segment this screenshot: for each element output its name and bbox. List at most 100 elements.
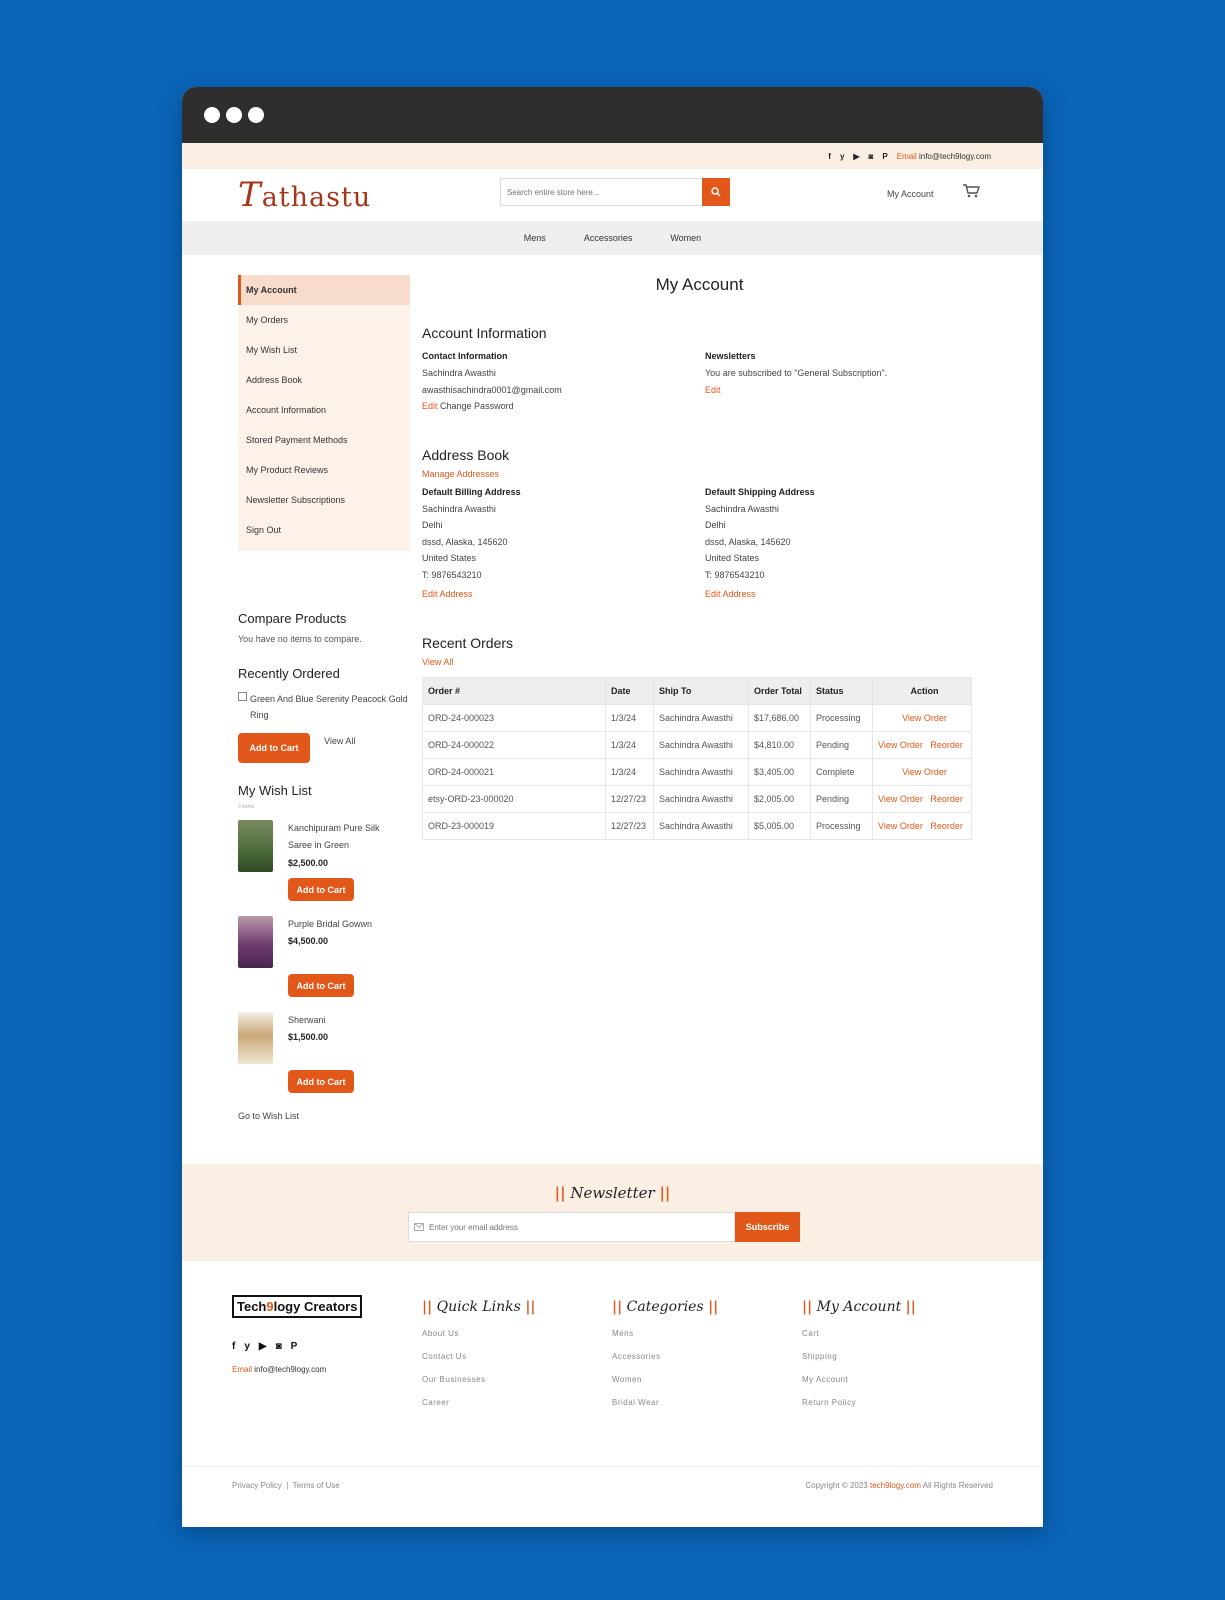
- menu-sign-out[interactable]: Sign Out: [238, 515, 410, 545]
- edit-shipping-address-link[interactable]: Edit Address: [705, 589, 815, 599]
- menu-newsletter-subscriptions[interactable]: Newsletter Subscriptions: [238, 485, 410, 515]
- footer-link-our-businesses[interactable]: Our Businesses: [422, 1375, 536, 1384]
- footer-link-cart[interactable]: Cart: [802, 1329, 916, 1338]
- view-order-link[interactable]: View Order: [878, 740, 923, 750]
- wish-add-to-cart-button[interactable]: Add to Cart: [288, 1070, 354, 1093]
- view-order-link[interactable]: View Order: [878, 821, 923, 831]
- twitter-icon[interactable]: y: [840, 152, 844, 161]
- nav-accessories[interactable]: Accessories: [584, 233, 633, 243]
- wish-item-image[interactable]: [238, 820, 273, 872]
- footer-link-my-account[interactable]: My Account: [802, 1375, 916, 1384]
- wish-add-to-cart-button[interactable]: Add to Cart: [288, 974, 354, 997]
- manage-addresses-link[interactable]: Manage Addresses: [422, 469, 977, 479]
- site-logo[interactable]: Tathastu: [238, 175, 371, 215]
- menu-my-account[interactable]: My Account: [238, 275, 410, 305]
- edit-billing-address-link[interactable]: Edit Address: [422, 589, 705, 599]
- search-input[interactable]: [500, 178, 702, 206]
- recent-add-to-cart-button[interactable]: Add to Cart: [238, 733, 310, 763]
- footer-link-bridal-wear[interactable]: Bridal Wear: [612, 1398, 718, 1407]
- terms-of-use-link[interactable]: Terms of Use: [293, 1481, 340, 1490]
- footer-link-women[interactable]: Women: [612, 1375, 718, 1384]
- table-row: ORD-24-000022 1/3/24 Sachindra Awasthi $…: [422, 731, 972, 759]
- menu-account-information[interactable]: Account Information: [238, 395, 410, 425]
- quick-links-title: || Quick Links ||: [422, 1299, 536, 1315]
- reorder-link[interactable]: Reorder: [930, 821, 963, 831]
- shipping-line: T: 9876543210: [705, 569, 765, 580]
- header-my-account-link[interactable]: My Account: [887, 189, 934, 199]
- footer-email[interactable]: Email info@tech9logy.com: [232, 1365, 326, 1374]
- wish-item-name[interactable]: Sherwani: [288, 1012, 403, 1029]
- subscribe-button[interactable]: Subscribe: [735, 1212, 800, 1242]
- window-dot-icon[interactable]: [226, 107, 242, 123]
- footer-link-mens[interactable]: Mens: [612, 1329, 718, 1338]
- copyright: Copyright © 2023 tech9logy.com All Right…: [805, 1481, 993, 1490]
- recent-view-all-link[interactable]: View All: [324, 733, 355, 750]
- recent-item-checkbox[interactable]: [238, 692, 247, 701]
- view-order-link[interactable]: View Order: [878, 794, 923, 804]
- instagram-icon[interactable]: ◙: [276, 1341, 282, 1352]
- top-email[interactable]: Email info@tech9logy.com: [897, 152, 991, 161]
- table-header-row: Order # Date Ship To Order Total Status …: [422, 677, 972, 705]
- wish-add-to-cart-button[interactable]: Add to Cart: [288, 878, 354, 901]
- wish-item-name[interactable]: Purple Bridal Gowwn: [288, 916, 403, 933]
- change-password-link[interactable]: Change Password: [440, 401, 514, 411]
- menu-stored-payment-methods[interactable]: Stored Payment Methods: [238, 425, 410, 455]
- footer-link-accessories[interactable]: Accessories: [612, 1352, 718, 1361]
- reorder-link[interactable]: Reorder: [930, 794, 963, 804]
- menu-address-book[interactable]: Address Book: [238, 365, 410, 395]
- menu-my-wish-list[interactable]: My Wish List: [238, 335, 410, 365]
- cart-icon[interactable]: [962, 183, 980, 204]
- wish-item-name[interactable]: Kanchipuram Pure Silk Saree in Green: [288, 820, 403, 853]
- order-status: Processing: [810, 812, 873, 840]
- youtube-icon[interactable]: ▶: [259, 1341, 267, 1352]
- menu-my-product-reviews[interactable]: My Product Reviews: [238, 455, 410, 485]
- newsletters-title: Newsletters: [705, 351, 756, 361]
- facebook-icon[interactable]: f: [232, 1341, 235, 1352]
- orders-view-all-link[interactable]: View All: [422, 657, 977, 667]
- menu-my-orders[interactable]: My Orders: [238, 305, 410, 335]
- instagram-icon[interactable]: ◙: [869, 152, 874, 161]
- go-to-wish-list-link[interactable]: Go to Wish List: [238, 1108, 410, 1125]
- copyright-brand[interactable]: tech9logy.com: [870, 1481, 921, 1490]
- search-button[interactable]: [702, 178, 730, 206]
- privacy-policy-link[interactable]: Privacy Policy: [232, 1481, 282, 1490]
- wish-item-image[interactable]: [238, 916, 273, 968]
- pinterest-icon[interactable]: P: [882, 152, 887, 161]
- wish-item-image[interactable]: [238, 1012, 273, 1064]
- wish-item: Purple Bridal Gowwn $4,500.00 Add to Car…: [238, 916, 410, 1012]
- footer-link-about-us[interactable]: About Us: [422, 1329, 536, 1338]
- reorder-link[interactable]: Reorder: [930, 740, 963, 750]
- wish-item: Sherwani $1,500.00 Add to Cart: [238, 1012, 410, 1108]
- edit-contact-link[interactable]: Edit: [422, 401, 438, 411]
- nav-women[interactable]: Women: [670, 233, 701, 243]
- browser-window: f y ▶ ◙ P Email info@tech9logy.com Tatha…: [182, 87, 1043, 1527]
- footer-link-return-policy[interactable]: Return Policy: [802, 1398, 916, 1407]
- col-order-total: Order Total: [748, 677, 811, 705]
- pinterest-icon[interactable]: P: [291, 1341, 298, 1352]
- youtube-icon[interactable]: ▶: [853, 152, 859, 161]
- window-dot-icon[interactable]: [248, 107, 264, 123]
- order-ship-to: Sachindra Awasthi: [653, 785, 749, 813]
- page-content: My Account My Orders My Wish List Addres…: [182, 255, 1043, 1190]
- compare-products-text: You have no items to compare.: [238, 634, 362, 644]
- order-ship-to: Sachindra Awasthi: [653, 704, 749, 732]
- footer-link-career[interactable]: Career: [422, 1398, 536, 1407]
- view-order-link[interactable]: View Order: [902, 713, 947, 723]
- footer-logo[interactable]: Tech9logy Creators: [232, 1295, 363, 1318]
- window-dot-icon[interactable]: [204, 107, 220, 123]
- edit-newsletter-link[interactable]: Edit: [705, 385, 721, 395]
- view-order-link[interactable]: View Order: [902, 767, 947, 777]
- billing-address-title: Default Billing Address: [422, 486, 521, 497]
- recent-item-name[interactable]: Green And Blue Serenity Peacock Gold Rin…: [250, 691, 410, 723]
- wish-list-count: 3 items: [238, 804, 255, 810]
- email-label: Email: [896, 151, 917, 161]
- facebook-icon[interactable]: f: [828, 152, 831, 161]
- footer-link-contact-us[interactable]: Contact Us: [422, 1352, 536, 1361]
- newsletter-email-input[interactable]: [408, 1212, 735, 1242]
- twitter-icon[interactable]: y: [244, 1341, 250, 1352]
- order-ship-to: Sachindra Awasthi: [653, 812, 749, 840]
- footer-link-shipping[interactable]: Shipping: [802, 1352, 916, 1361]
- shipping-line: dssd, Alaska, 145620: [705, 536, 791, 547]
- footer-quick-links: || Quick Links || About Us Contact Us Ou…: [422, 1299, 536, 1407]
- nav-mens[interactable]: Mens: [524, 233, 546, 243]
